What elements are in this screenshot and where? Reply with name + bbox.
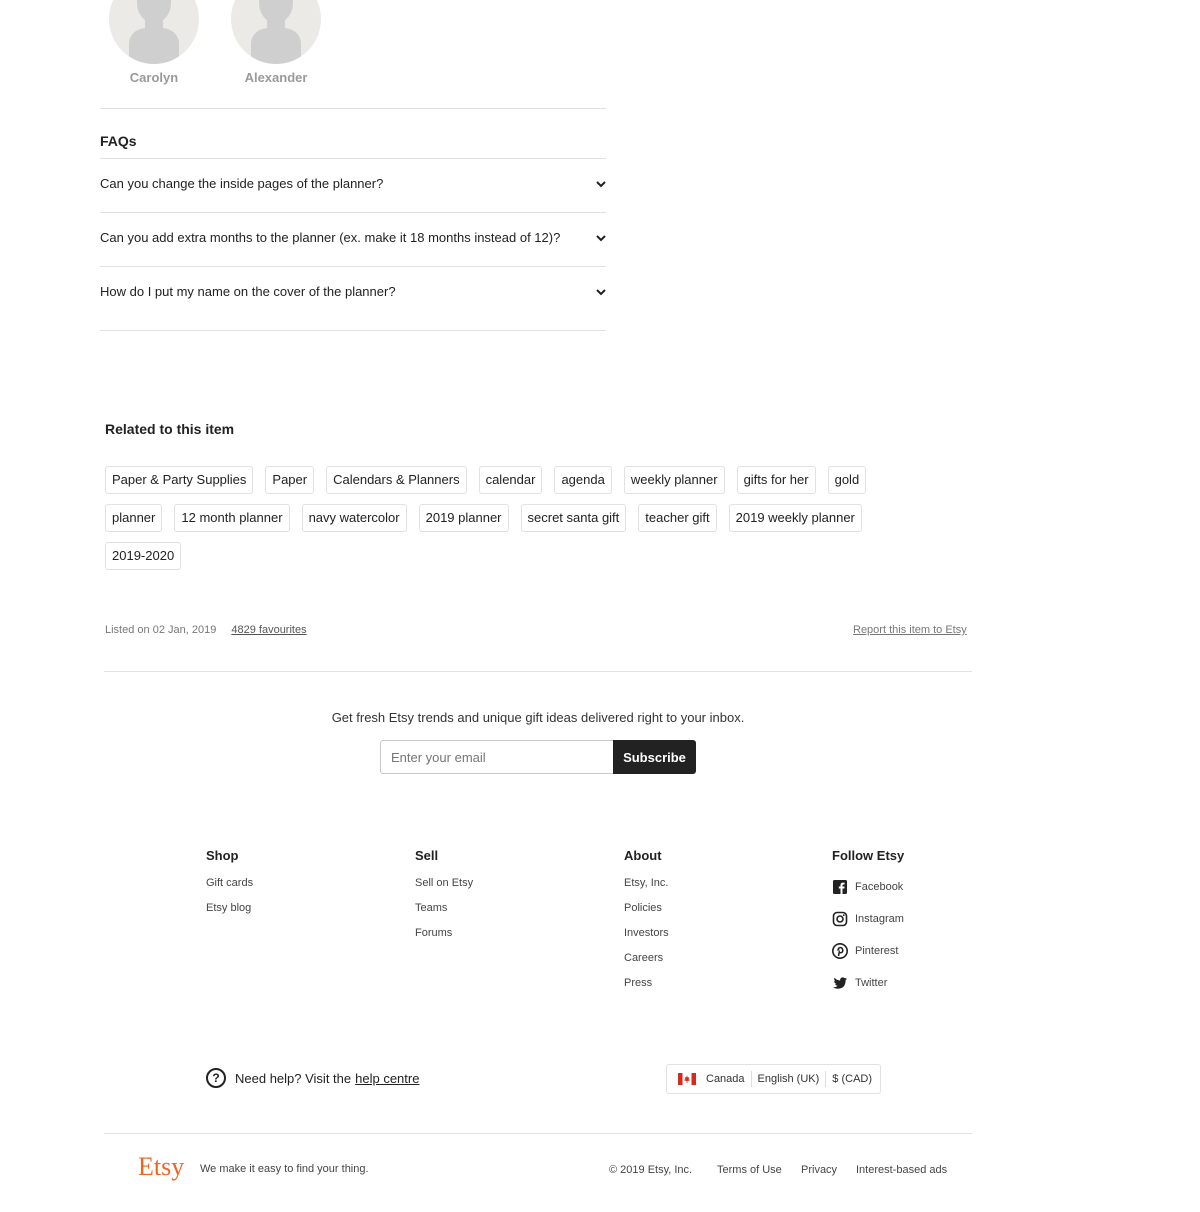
tag-link[interactable]: gold (827, 466, 867, 494)
tag-link[interactable]: 2019-2020 (105, 542, 182, 570)
tag-link[interactable]: 12 month planner (174, 504, 290, 532)
pinterest-icon (832, 943, 848, 959)
help-text: Need help? Visit the (235, 1070, 352, 1086)
footer-heading: Shop (206, 848, 239, 863)
social-label: Pinterest (855, 945, 899, 957)
tagline: We make it easy to find your thing. (200, 1163, 369, 1175)
footer-link[interactable]: Etsy blog (206, 902, 253, 927)
social-label: Instagram (855, 913, 904, 925)
person-silhouette-icon (129, 0, 179, 64)
divider (100, 330, 606, 331)
reviewer-carolyn[interactable]: Carolyn (99, 0, 209, 85)
tag-link[interactable]: planner (105, 504, 163, 532)
chevron-down-icon (596, 289, 606, 296)
separator (750, 1071, 752, 1087)
instagram-link[interactable]: Instagram (832, 903, 904, 935)
report-item-link[interactable]: Report this item to Etsy (853, 624, 967, 636)
footer-column-sell: Sell Sell on Etsy Teams Forums (415, 848, 473, 952)
faq-heading: FAQs (100, 133, 137, 149)
facebook-link[interactable]: Facebook (832, 871, 904, 903)
footer-link[interactable]: Teams (415, 902, 473, 927)
separator (825, 1071, 827, 1087)
tag-link[interactable]: Paper (265, 466, 315, 494)
twitter-icon (833, 977, 847, 989)
footer-link[interactable]: Forums (415, 927, 473, 952)
locale-currency: $ (CAD) (832, 1073, 873, 1085)
reviewer-alexander[interactable]: Alexander (221, 0, 331, 85)
instagram-icon (832, 911, 848, 927)
social-label: Twitter (855, 977, 888, 989)
faq-item[interactable]: Can you change the inside pages of the p… (100, 158, 606, 212)
divider (100, 108, 606, 109)
help-section: ? Need help? Visit the help centre (206, 1068, 419, 1088)
divider (104, 1133, 972, 1134)
canada-flag-icon (678, 1073, 696, 1085)
tag-link[interactable]: 2019 planner (418, 504, 509, 532)
tag-link[interactable]: calendar (478, 466, 543, 494)
tag-link[interactable]: Paper & Party Supplies (105, 466, 254, 494)
tag-link[interactable]: 2019 weekly planner (728, 504, 862, 532)
avatar (109, 0, 199, 64)
favourites-link[interactable]: 4829 favourites (231, 624, 306, 636)
footer-link[interactable]: Press (624, 977, 669, 1002)
privacy-link[interactable]: Privacy (801, 1164, 837, 1176)
person-silhouette-icon (251, 0, 301, 64)
email-field[interactable] (380, 740, 614, 774)
chevron-down-icon (596, 235, 606, 242)
reviewer-name: Carolyn (129, 70, 179, 85)
locale-language: English (UK) (757, 1073, 820, 1085)
related-tags: Paper & Party Supplies Paper Calendars &… (105, 466, 905, 580)
avatar (231, 0, 321, 64)
footer-link[interactable]: Sell on Etsy (415, 877, 473, 902)
faq-item[interactable]: Can you add extra months to the planner … (100, 212, 606, 266)
etsy-logo[interactable]: Etsy (138, 1152, 184, 1182)
tag-link[interactable]: weekly planner (623, 466, 725, 494)
social-label: Facebook (855, 881, 904, 893)
footer-column-about: About Etsy, Inc. Policies Investors Care… (624, 848, 669, 1002)
faq-question: Can you change the inside pages of the p… (100, 176, 384, 191)
footer-link[interactable]: Gift cards (206, 877, 253, 902)
reviewer-name: Alexander (244, 70, 308, 85)
tag-link[interactable]: secret santa gift (520, 504, 627, 532)
related-heading: Related to this item (105, 421, 235, 437)
footer-column-follow: Follow Etsy Facebook Instagram Pinterest… (832, 848, 904, 999)
footer-link[interactable]: Careers (624, 952, 669, 977)
tag-link[interactable]: agenda (554, 466, 612, 494)
listed-date: Listed on 02 Jan, 2019 (105, 624, 217, 636)
faq-question: How do I put my name on the cover of the… (100, 284, 396, 299)
newsletter-text: Get fresh Etsy trends and unique gift id… (331, 710, 745, 725)
listing-meta: Listed on 02 Jan, 2019 4829 favourites (105, 624, 307, 636)
tag-link[interactable]: gifts for her (736, 466, 816, 494)
footer-heading: About (624, 848, 662, 863)
footer-heading: Follow Etsy (832, 848, 905, 863)
tag-link[interactable]: navy watercolor (301, 504, 407, 532)
locale-selector[interactable]: Canada English (UK) $ (CAD) (666, 1064, 881, 1094)
faq-question: Can you add extra months to the planner … (100, 230, 561, 245)
footer-heading: Sell (415, 848, 439, 863)
tag-link[interactable]: Calendars & Planners (326, 466, 467, 494)
facebook-icon (833, 880, 847, 894)
footer-link[interactable]: Etsy, Inc. (624, 877, 669, 902)
terms-link[interactable]: Terms of Use (717, 1164, 782, 1176)
interest-based-ads-link[interactable]: Interest-based ads (856, 1164, 947, 1176)
divider (104, 671, 972, 672)
help-centre-link[interactable]: help centre (355, 1071, 419, 1086)
footer-column-shop: Shop Gift cards Etsy blog (206, 848, 253, 927)
copyright: © 2019 Etsy, Inc. (609, 1164, 693, 1176)
chevron-down-icon (596, 181, 606, 188)
twitter-link[interactable]: Twitter (832, 967, 904, 999)
footer-link[interactable]: Policies (624, 902, 669, 927)
faq-item[interactable]: How do I put my name on the cover of the… (100, 266, 606, 330)
question-icon: ? (206, 1068, 226, 1088)
tag-link[interactable]: teacher gift (638, 504, 717, 532)
subscribe-button[interactable]: Subscribe (613, 740, 696, 774)
locale-country: Canada (706, 1073, 745, 1085)
footer-link[interactable]: Investors (624, 927, 669, 952)
pinterest-link[interactable]: Pinterest (832, 935, 904, 967)
